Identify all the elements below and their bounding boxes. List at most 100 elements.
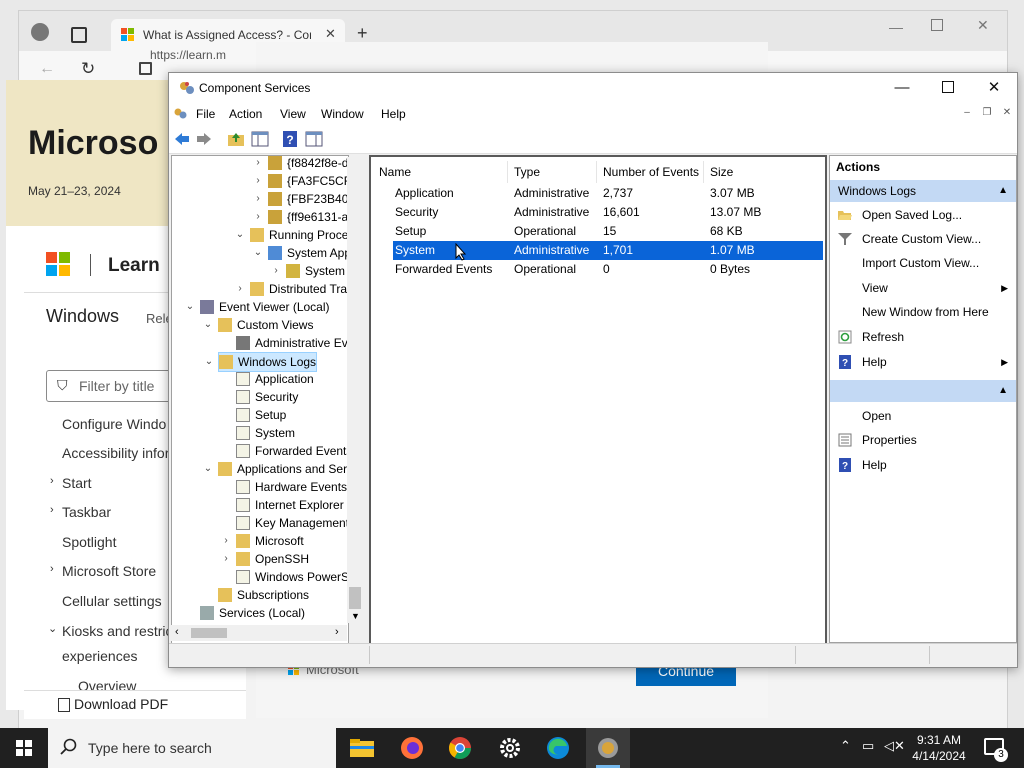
nav-item[interactable]: Configure Windo (62, 416, 166, 432)
menu-file[interactable]: File (196, 107, 215, 121)
expand-toggle-icon[interactable]: › (252, 156, 264, 172)
nav-item[interactable]: Cellular settings (62, 593, 162, 609)
file-explorer-icon[interactable] (348, 734, 376, 762)
column-header-events[interactable]: Number of Events (603, 163, 699, 181)
edge-icon[interactable] (544, 734, 572, 762)
windows-heading[interactable]: Windows (46, 306, 119, 327)
nav-item[interactable]: Accessibility infor (62, 445, 169, 461)
nav-item[interactable]: Kiosks and restric (62, 623, 172, 639)
action-create-custom-view[interactable]: Create Custom View... (862, 232, 981, 246)
tree-node[interactable]: ⌄ Custom Views (204, 316, 313, 334)
menu-window[interactable]: Window (321, 107, 364, 121)
close-icon[interactable]: ✕ (971, 73, 1017, 103)
action-open-saved-log[interactable]: Open Saved Log... (862, 208, 962, 222)
tree-node[interactable]: ⌄ Running Process (236, 226, 348, 244)
action-view[interactable]: View (862, 281, 888, 295)
mdi-close-icon[interactable]: ✕ (999, 107, 1015, 121)
tree-node[interactable]: ›{FBF23B40-E (256, 190, 348, 208)
start-button[interactable] (0, 728, 48, 768)
column-separator[interactable] (596, 161, 597, 183)
mdi-minimize-icon[interactable]: – (959, 107, 975, 121)
table-row[interactable]: Application Administrative 2,737 3.07 MB (393, 184, 823, 203)
tree-node[interactable]: Windows PowerShe (236, 568, 348, 586)
action-refresh[interactable]: Refresh (862, 330, 904, 344)
nav-item[interactable]: Taskbar (62, 504, 111, 520)
browser-minimize-icon[interactable]: — (889, 19, 903, 35)
tree-node[interactable]: Security (236, 388, 298, 406)
expand-toggle-icon[interactable]: › (220, 550, 232, 568)
menu-help[interactable]: Help (381, 107, 406, 121)
table-row-selected[interactable]: System Administrative 1,701 1.07 MB (393, 241, 823, 261)
collapse-icon[interactable]: ▲ (998, 380, 1008, 402)
expand-toggle-icon[interactable]: ⌄ (252, 244, 264, 262)
expand-toggle-icon[interactable]: › (220, 532, 232, 550)
tree-node[interactable]: Administrative Even (236, 334, 348, 352)
menu-action[interactable]: Action (229, 107, 262, 121)
tree-node[interactable]: Forwarded Events (236, 442, 348, 460)
menu-view[interactable]: View (280, 107, 306, 121)
action-new-window[interactable]: New Window from Here (862, 305, 989, 319)
refresh-icon[interactable]: ↻ (81, 59, 95, 79)
expand-toggle-icon[interactable]: › (270, 262, 282, 280)
settings-gear-icon[interactable] (496, 734, 524, 762)
tree-node[interactable]: Application (236, 370, 314, 388)
action-import-custom-view[interactable]: Import Custom View... (862, 256, 979, 270)
up-folder-icon[interactable] (227, 130, 245, 148)
minimize-icon[interactable]: — (879, 73, 925, 103)
action-help[interactable]: Help (862, 355, 887, 369)
browser-maximize-icon[interactable] (931, 19, 943, 31)
learn-link[interactable]: Learn (108, 255, 160, 277)
tree-vertical-scrollbar[interactable]: ▼ (347, 157, 363, 623)
back-icon[interactable]: ← (39, 60, 55, 78)
tree-node[interactable]: Hardware Events (236, 478, 347, 496)
collapse-icon[interactable]: ▲ (998, 180, 1008, 202)
tree-node[interactable]: › OpenSSH (224, 550, 309, 568)
back-arrow-icon[interactable] (173, 130, 191, 148)
volume-muted-icon[interactable]: ◁✕ (884, 738, 905, 754)
tree-node[interactable]: Subscriptions (218, 586, 309, 604)
expand-toggle-icon[interactable]: ⌄ (184, 298, 196, 316)
expand-toggle-icon[interactable]: ⌄ (202, 460, 214, 478)
scroll-down-icon[interactable]: ▼ (351, 611, 360, 621)
tree-node[interactable]: ›{FA3FC5CF-0 (256, 172, 348, 190)
expand-toggle-icon[interactable]: › (252, 190, 264, 208)
nav-item[interactable]: Spotlight (62, 534, 116, 550)
chrome-icon[interactable] (446, 734, 474, 762)
browser-close-icon[interactable]: ✕ (977, 17, 989, 34)
scrollbar-thumb[interactable] (191, 628, 227, 638)
forward-arrow-icon[interactable] (195, 130, 213, 148)
column-header-name[interactable]: Name (379, 163, 411, 181)
action-properties[interactable]: Properties (862, 433, 917, 447)
component-services-taskbar-icon[interactable] (594, 734, 622, 762)
tree-node[interactable]: ›{f8842f8e-dai (256, 156, 348, 172)
tab-actions-icon[interactable] (71, 27, 87, 43)
taskbar-search-box[interactable]: Type here to search (48, 728, 336, 768)
taskbar-clock[interactable]: 9:31 AM 4/14/2024 (908, 732, 970, 764)
show-action-pane-icon[interactable] (305, 130, 323, 148)
tree-node[interactable]: Services (Local) (200, 604, 305, 622)
expand-toggle-icon[interactable]: ⌄ (202, 316, 214, 334)
expand-toggle-icon[interactable]: › (234, 280, 246, 298)
maximize-icon[interactable] (925, 73, 971, 103)
expand-toggle-icon[interactable]: ⌄ (203, 353, 215, 371)
column-header-size[interactable]: Size (710, 163, 733, 181)
column-separator[interactable] (507, 161, 508, 183)
table-row[interactable]: Security Administrative 16,601 13.07 MB (393, 203, 823, 222)
table-row[interactable]: Setup Operational 15 68 KB (393, 222, 823, 241)
tree-node[interactable]: ⌄ Applications and Servic (204, 460, 348, 478)
table-row[interactable]: Forwarded Events Operational 0 0 Bytes (393, 260, 823, 279)
nav-item[interactable]: Start (62, 475, 92, 491)
tree-node[interactable]: Key Management Se (236, 514, 348, 532)
expand-toggle-icon[interactable]: › (252, 172, 264, 190)
tree-node[interactable]: System (236, 424, 295, 442)
expand-toggle-icon[interactable]: ⌄ (234, 226, 246, 244)
tree-node[interactable]: › {ff9e6131-a8 (256, 208, 348, 226)
profile-icon[interactable] (31, 23, 49, 41)
download-pdf-link[interactable]: Download PDF (74, 696, 168, 712)
tree-horizontal-scrollbar[interactable]: ‹ › (171, 625, 347, 641)
tree-node[interactable]: ›Distributed Trans (238, 280, 348, 298)
firefox-icon[interactable] (398, 734, 426, 762)
column-header-type[interactable]: Type (514, 163, 540, 181)
tree-node[interactable]: › Microsoft (224, 532, 304, 550)
show-hide-tree-icon[interactable] (251, 130, 269, 148)
